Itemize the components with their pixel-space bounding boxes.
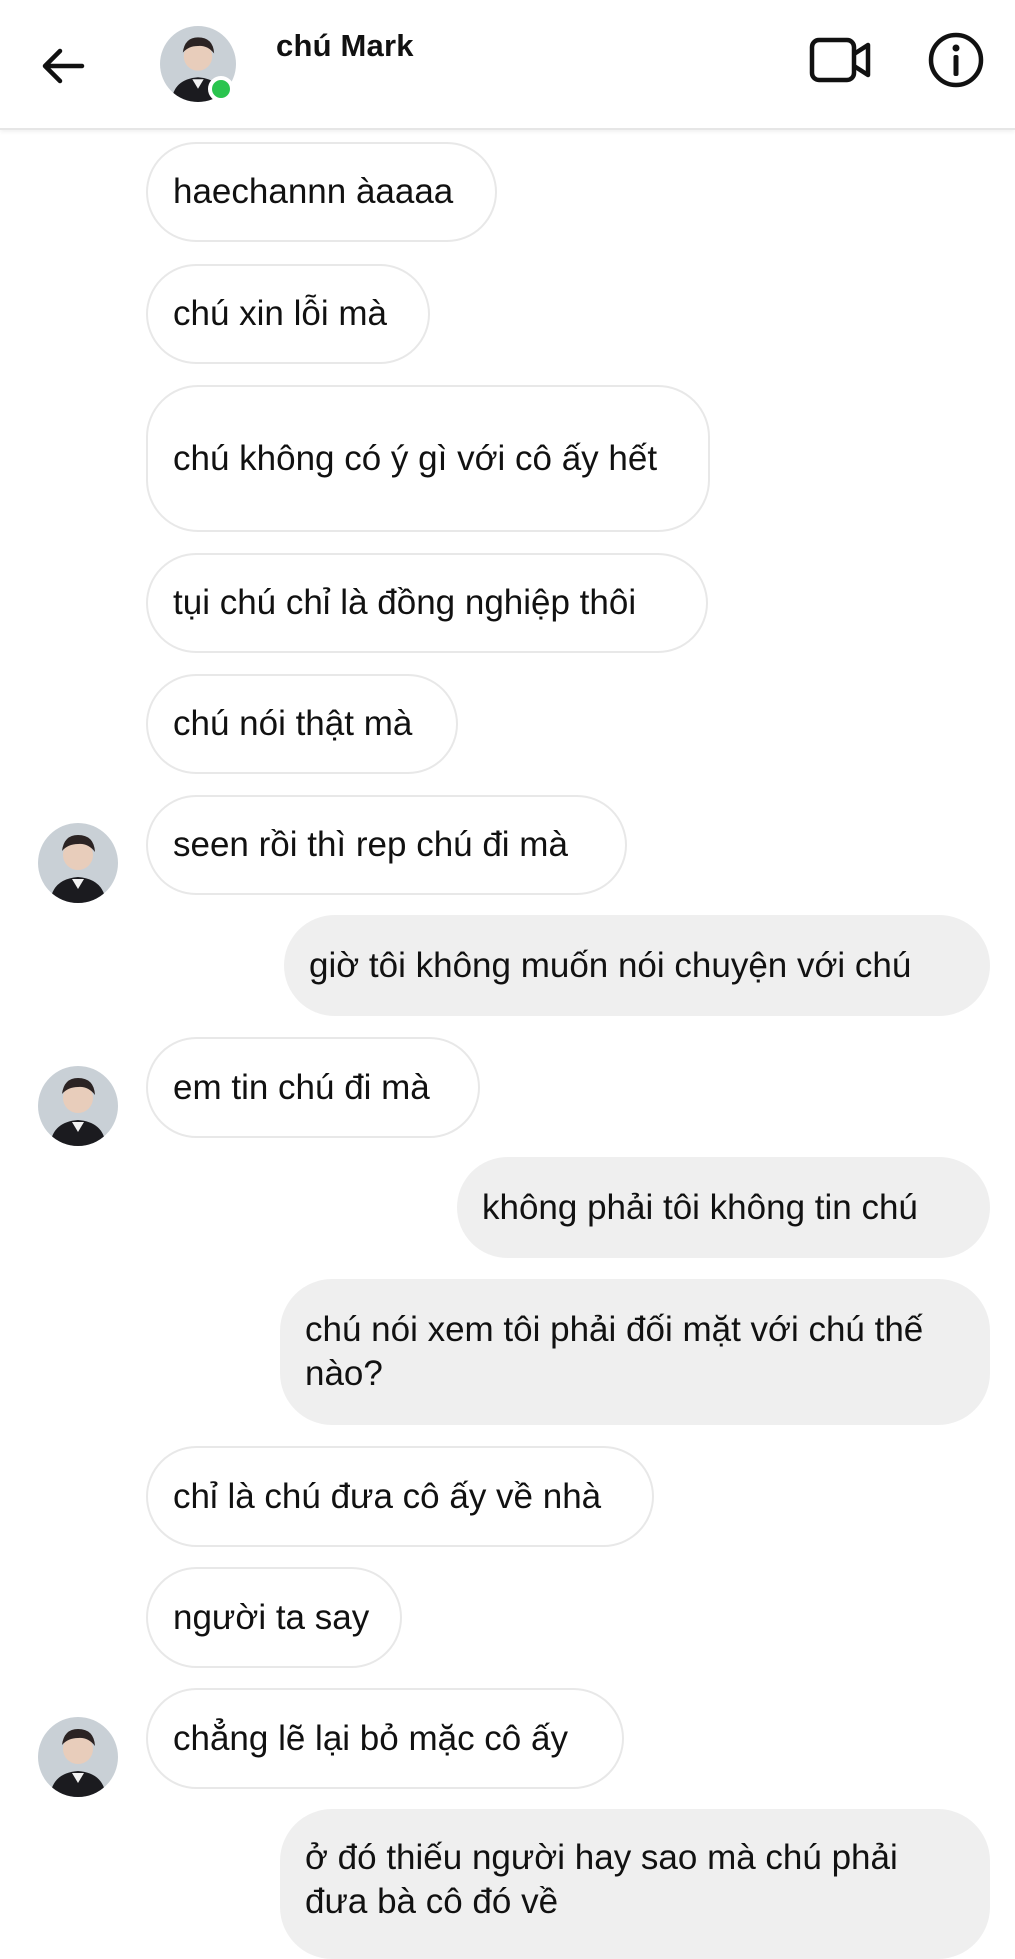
message-bubble-sent[interactable]: ở đó thiếu người hay sao mà chú phải đưa… bbox=[280, 1809, 990, 1959]
back-arrow-icon[interactable] bbox=[36, 38, 92, 94]
message-bubble-sent[interactable]: giờ tôi không muốn nói chuyện với chú bbox=[284, 915, 990, 1016]
message-bubble-received[interactable]: chú không có ý gì với cô ấy hết bbox=[146, 385, 710, 532]
message-bubble-received[interactable]: người ta say bbox=[146, 1567, 402, 1668]
online-status-dot bbox=[208, 76, 234, 102]
message-bubble-received[interactable]: chỉ là chú đưa cô ấy về nhà bbox=[146, 1446, 654, 1547]
message-text: chú xin lỗi mà bbox=[173, 294, 387, 333]
sender-avatar[interactable] bbox=[38, 1717, 118, 1797]
message-bubble-sent[interactable]: chú nói xem tôi phải đối mặt với chú thế… bbox=[280, 1279, 990, 1425]
message-text: haechannn àaaaa bbox=[173, 172, 454, 211]
message-text: chỉ là chú đưa cô ấy về nhà bbox=[173, 1476, 602, 1516]
message-bubble-received[interactable]: chẳng lẽ lại bỏ mặc cô ấy bbox=[146, 1688, 624, 1789]
message-bubble-received[interactable]: chú xin lỗi mà bbox=[146, 264, 430, 364]
message-text: ở đó thiếu người hay sao mà chú phải đưa… bbox=[305, 1838, 898, 1921]
message-text: tụi chú chỉ là đồng nghiệp thôi bbox=[173, 583, 637, 622]
message-bubble-received[interactable]: tụi chú chỉ là đồng nghiệp thôi bbox=[146, 553, 708, 653]
message-text: không phải tôi không tin chú bbox=[482, 1187, 918, 1227]
message-text: chú không có ý gì với cô ấy hết bbox=[173, 438, 658, 478]
contact-name[interactable]: chú Mark bbox=[276, 28, 414, 64]
sender-avatar[interactable] bbox=[38, 1066, 118, 1146]
info-icon[interactable] bbox=[926, 30, 986, 90]
message-text: chẳng lẽ lại bỏ mặc cô ấy bbox=[173, 1718, 568, 1758]
message-bubble-sent[interactable]: không phải tôi không tin chú bbox=[457, 1157, 990, 1258]
message-bubble-received[interactable]: seen rồi thì rep chú đi mà bbox=[146, 795, 627, 895]
message-text: người ta say bbox=[173, 1597, 370, 1637]
message-bubble-received[interactable]: em tin chú đi mà bbox=[146, 1037, 480, 1138]
message-text: chú nói xem tôi phải đối mặt với chú thế… bbox=[305, 1310, 924, 1393]
sender-avatar[interactable] bbox=[38, 823, 118, 903]
message-bubble-received[interactable]: haechannn àaaaa bbox=[146, 142, 497, 242]
message-bubble-received[interactable]: chú nói thật mà bbox=[146, 674, 458, 774]
message-text: seen rồi thì rep chú đi mà bbox=[173, 825, 568, 864]
video-call-icon[interactable] bbox=[808, 32, 874, 88]
message-text: em tin chú đi mà bbox=[173, 1067, 430, 1107]
message-text: giờ tôi không muốn nói chuyện với chú bbox=[309, 945, 912, 985]
chat-header: chú Mark bbox=[0, 0, 1015, 130]
message-text: chú nói thật mà bbox=[173, 704, 413, 743]
